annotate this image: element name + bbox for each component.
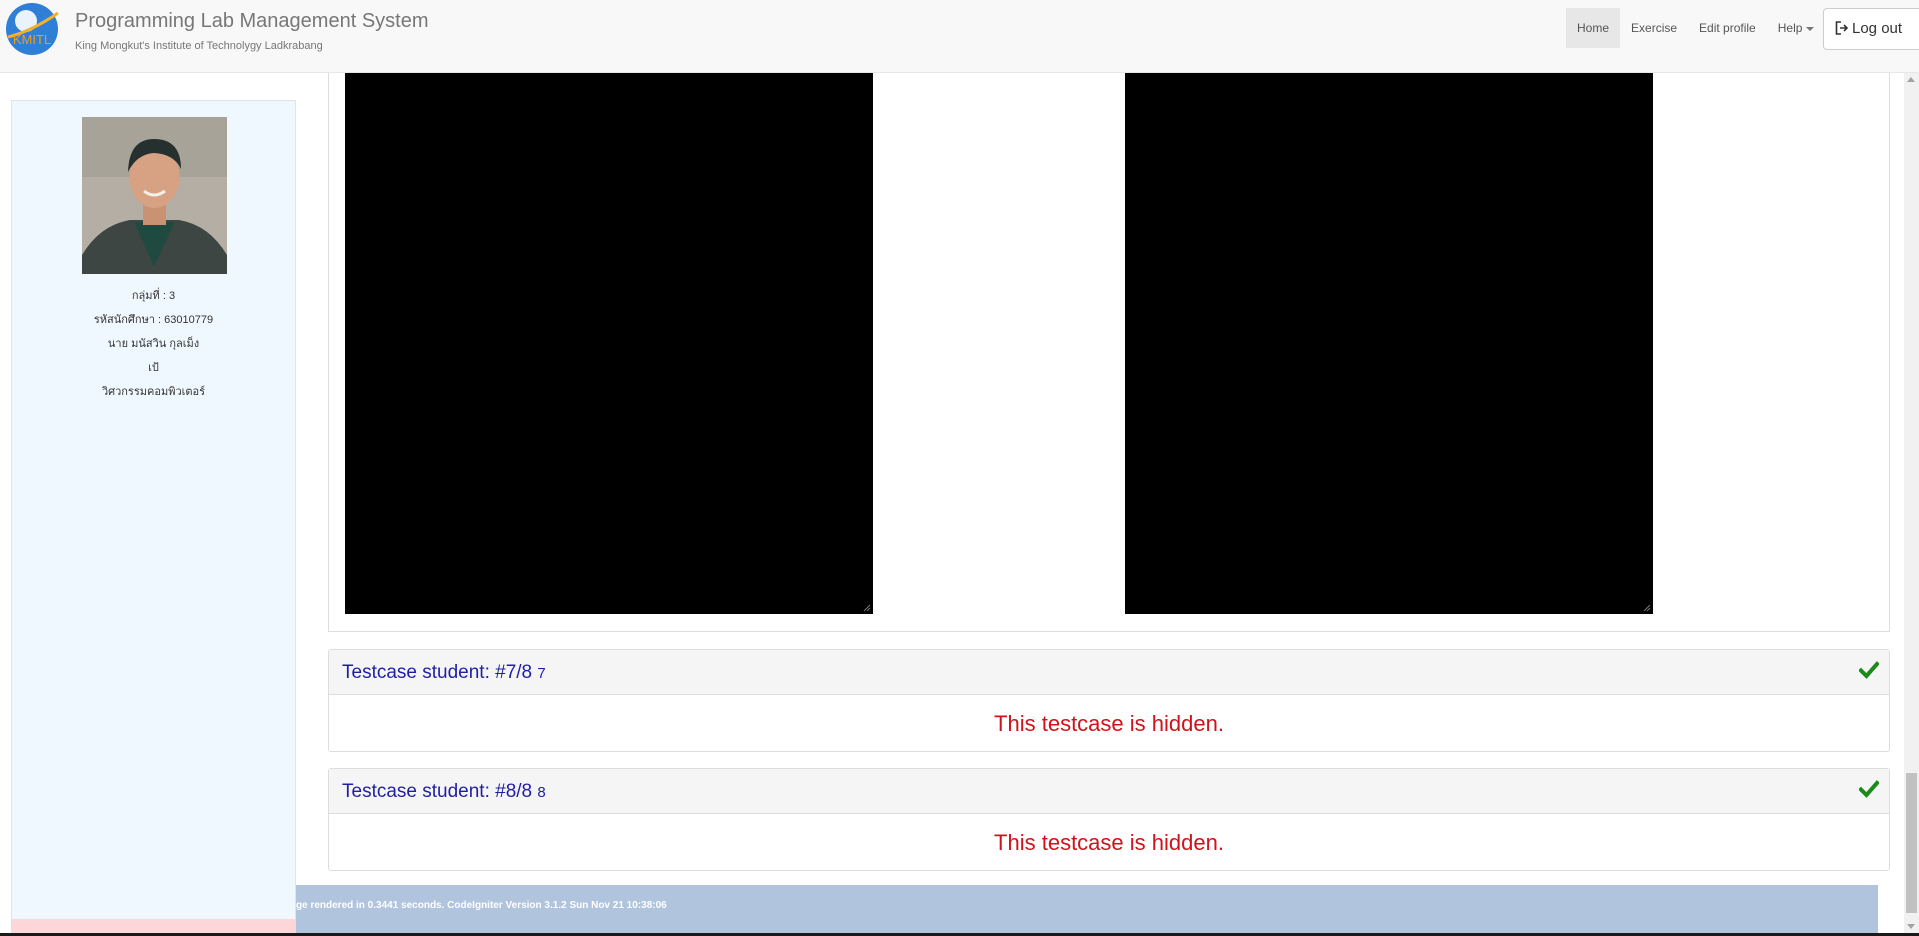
logout-icon: [1835, 21, 1849, 35]
nav-edit-profile[interactable]: Edit profile: [1688, 8, 1767, 48]
check-icon: [1859, 780, 1879, 798]
student-group: กลุ่มที่ : 3: [131, 290, 176, 302]
student-code-textarea[interactable]: [345, 73, 873, 614]
resize-grip-icon[interactable]: [863, 604, 871, 612]
logout-button[interactable]: Log out: [1823, 8, 1919, 50]
page-footer: ge rendered in 0.3441 seconds. CodeIgnit…: [296, 885, 1878, 936]
testcase-heading[interactable]: Testcase student: #7/8 7: [329, 650, 1889, 695]
student-id: รหัสนักศึกษา : 63010779: [93, 314, 214, 326]
testcase-heading[interactable]: Testcase student: #8/8 8: [329, 769, 1889, 814]
check-icon: [1859, 661, 1879, 679]
testcase-hidden-message: This testcase is hidden.: [994, 711, 1224, 736]
nav-home[interactable]: Home: [1566, 8, 1621, 48]
scroll-down-arrow-icon[interactable]: [1907, 924, 1915, 929]
footer-render-info: ge rendered in 0.3441 seconds. CodeIgnit…: [296, 900, 667, 911]
code-output-panel: [328, 73, 1890, 632]
testcase-title-text: Testcase student: #8/8: [342, 781, 533, 802]
nav-help-label: Help: [1777, 21, 1803, 35]
testcase-title-text: Testcase student: #7/8: [342, 662, 533, 683]
testcase-hidden-message: This testcase is hidden.: [994, 830, 1224, 855]
kmitl-logo[interactable]: KMITL: [4, 1, 60, 57]
nav-menu: Home Exercise Edit profile Help: [1566, 8, 1825, 56]
resize-grip-icon[interactable]: [1643, 604, 1651, 612]
student-avatar: [82, 117, 227, 274]
student-name: นาย มนัสวิน กุลเม็ง: [107, 338, 200, 350]
logout-label: Log out: [1852, 20, 1903, 37]
scroll-up-arrow-icon[interactable]: [1907, 77, 1915, 82]
student-profile-sidebar: กลุ่มที่ : 3 รหัสนักศึกษา : 63010779 นาย…: [11, 100, 296, 936]
testcase-title: Testcase student: #7/8 7: [342, 662, 546, 684]
top-navbar: KMITL Programming Lab Management System …: [0, 0, 1919, 73]
page-scrollbar[interactable]: [1904, 73, 1919, 933]
nav-help[interactable]: Help: [1767, 8, 1826, 48]
svg-text:KMITL: KMITL: [13, 32, 51, 47]
scrollbar-thumb[interactable]: [1906, 773, 1917, 913]
testcase-panel: Testcase student: #8/8 8 This testcase i…: [328, 768, 1890, 871]
testcase-title: Testcase student: #8/8 8: [342, 781, 546, 803]
testcase-number: 7: [537, 665, 546, 682]
expected-output-textarea[interactable]: [1125, 73, 1653, 614]
app-subtitle: King Mongkut's Institute of Technolygy L…: [75, 40, 323, 52]
caret-down-icon: [1806, 26, 1815, 31]
nav-exercise[interactable]: Exercise: [1620, 8, 1688, 48]
student-nickname: เป้: [148, 362, 159, 374]
testcase-panel: Testcase student: #7/8 7 This testcase i…: [328, 649, 1890, 752]
student-department: วิศวกรรมคอมพิวเตอร์: [101, 386, 206, 398]
testcase-number: 8: [537, 784, 546, 801]
app-title[interactable]: Programming Lab Management System: [75, 10, 429, 33]
